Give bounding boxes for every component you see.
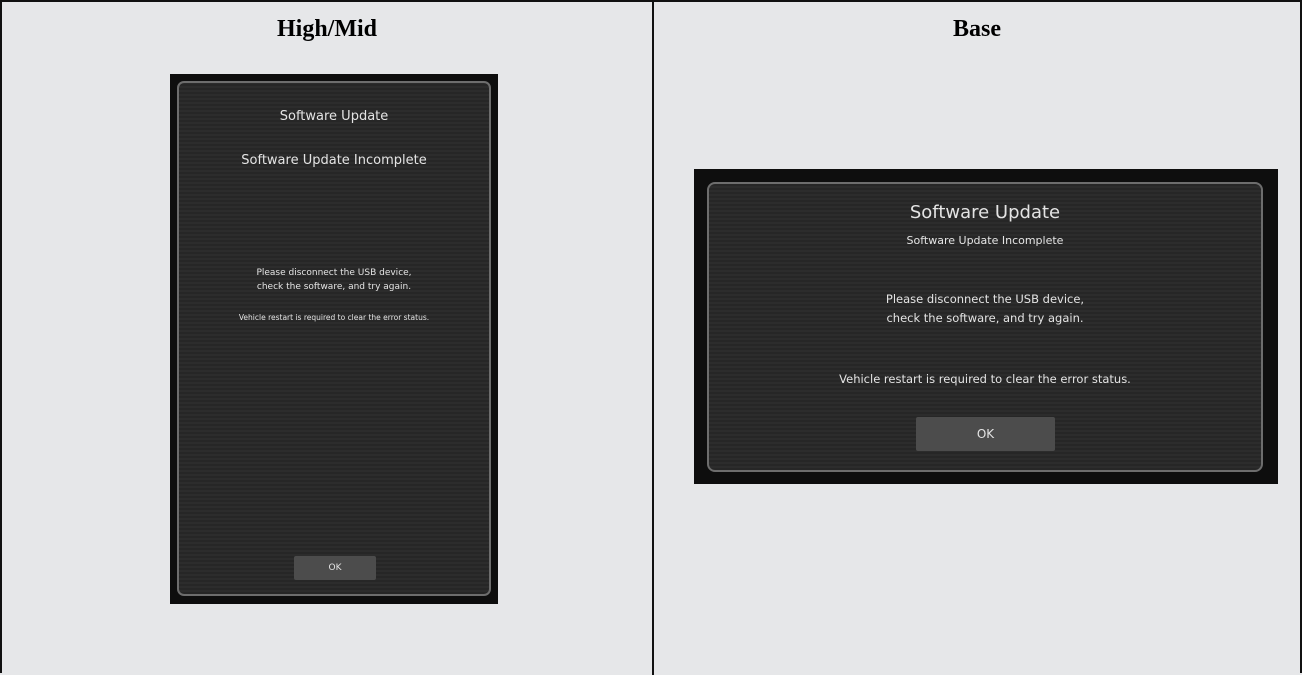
column-heading-high-mid: High/Mid — [276, 16, 378, 42]
dialog-note: Vehicle restart is required to clear the… — [839, 372, 1131, 386]
dialog-message-line2: check the software, and try again. — [256, 282, 412, 292]
screenshot-high-mid: Software Update Software Update Incomple… — [170, 74, 498, 604]
dialog-message-line2: check the software, and try again. — [886, 311, 1084, 325]
ok-button[interactable]: OK — [916, 417, 1055, 451]
dialog-message: Please disconnect the USB device, check … — [179, 266, 489, 294]
dialog-title: Software Update — [909, 202, 1061, 223]
dialog-note: Vehicle restart is required to clear the… — [238, 313, 430, 322]
column-high-mid: High/Mid Software Update Software Update… — [2, 2, 652, 675]
dialog-subtitle: Software Update Incomplete — [241, 153, 427, 168]
dialog-panel: Software Update Software Update Incomple… — [707, 182, 1263, 472]
ok-button[interactable]: OK — [294, 556, 376, 580]
screenshot-base: Software Update Software Update Incomple… — [694, 169, 1278, 484]
dialog-title: Software Update — [279, 109, 389, 124]
column-base: Base Software Update Software Update Inc… — [652, 2, 1300, 675]
comparison-table: High/Mid Software Update Software Update… — [0, 0, 1302, 675]
dialog-message-line1: Please disconnect the USB device, — [256, 268, 412, 278]
dialog-subtitle: Software Update Incomplete — [906, 234, 1064, 247]
dialog-message-line1: Please disconnect the USB device, — [885, 292, 1085, 306]
column-heading-base: Base — [953, 16, 1001, 42]
dialog-panel: Software Update Software Update Incomple… — [177, 81, 491, 596]
dialog-message: Please disconnect the USB device, check … — [709, 290, 1261, 328]
